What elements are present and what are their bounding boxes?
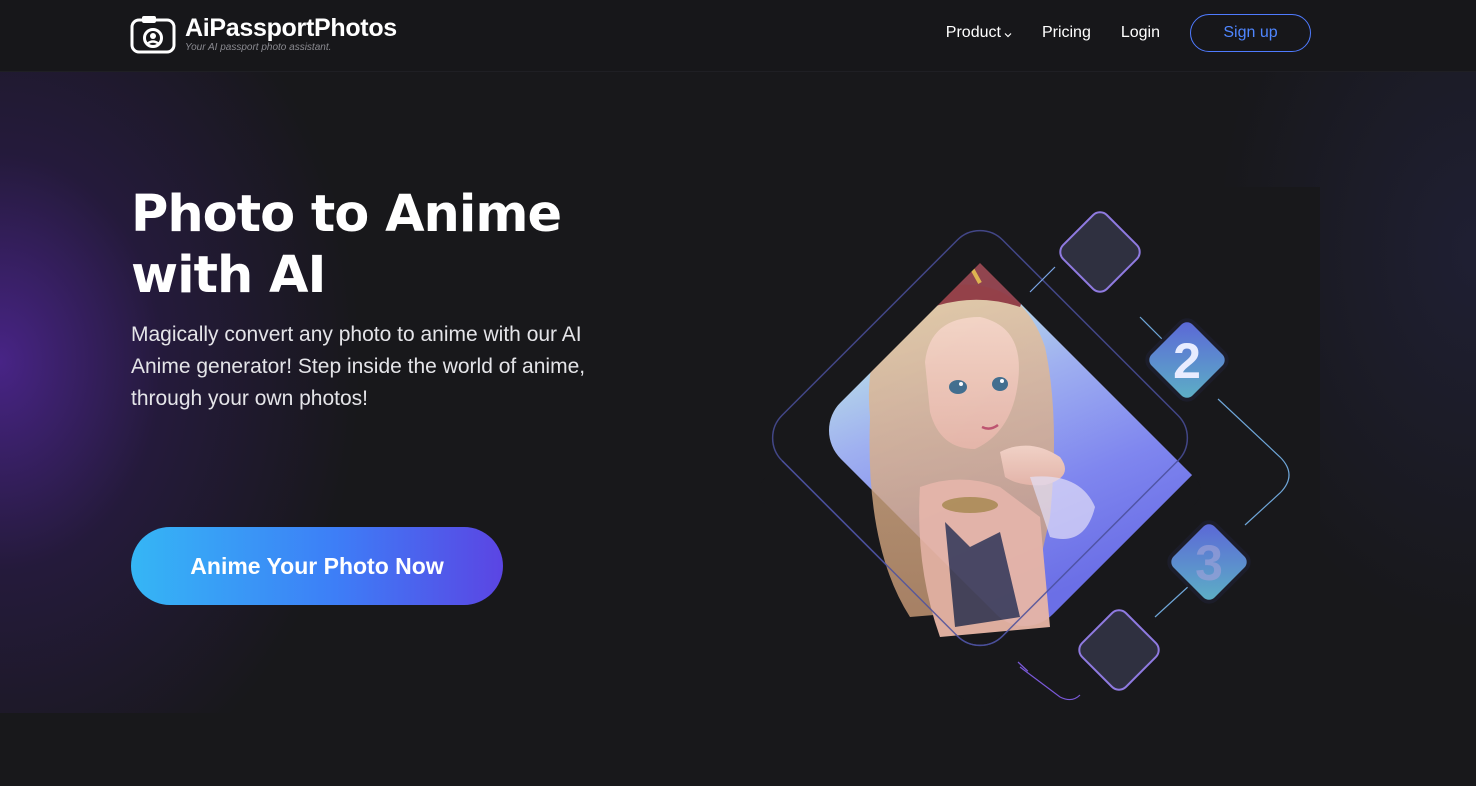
top-navigation-bar: AiPassportPhotos Your AI passport photo … bbox=[0, 0, 1476, 72]
brand-logo[interactable]: AiPassportPhotos Your AI passport photo … bbox=[130, 12, 397, 56]
brand-name: AiPassportPhotos bbox=[185, 13, 397, 42]
page-title: Photo to Anime with AI bbox=[131, 184, 651, 306]
step-2-label: 2 bbox=[1173, 333, 1201, 389]
hero-illustration: 2 3 bbox=[700, 187, 1320, 727]
nav-product-label: Product bbox=[945, 24, 1001, 41]
signup-button[interactable]: Sign up bbox=[1190, 14, 1311, 52]
anime-your-photo-button[interactable]: Anime Your Photo Now bbox=[131, 527, 503, 605]
anime-portrait-image bbox=[700, 187, 1320, 727]
hero-section: Photo to Anime with AI Magically convert… bbox=[0, 72, 1476, 727]
brand-tagline: Your AI passport photo assistant. bbox=[185, 41, 332, 53]
nav-pricing[interactable]: Pricing bbox=[1042, 24, 1091, 42]
title-line-2: with AI bbox=[131, 246, 326, 305]
nav-product[interactable]: Product bbox=[946, 24, 1012, 43]
hero-subtitle: Magically convert any photo to anime wit… bbox=[131, 323, 586, 410]
nav-login[interactable]: Login bbox=[1121, 24, 1160, 42]
main-nav: Product Pricing Login Sign up bbox=[946, 14, 1311, 52]
camera-icon bbox=[130, 14, 176, 54]
step-3-label: 3 bbox=[1195, 535, 1223, 591]
title-line-1: Photo to Anime bbox=[131, 185, 562, 244]
below-hero-area bbox=[0, 713, 1476, 786]
chevron-down-icon bbox=[1004, 25, 1012, 43]
